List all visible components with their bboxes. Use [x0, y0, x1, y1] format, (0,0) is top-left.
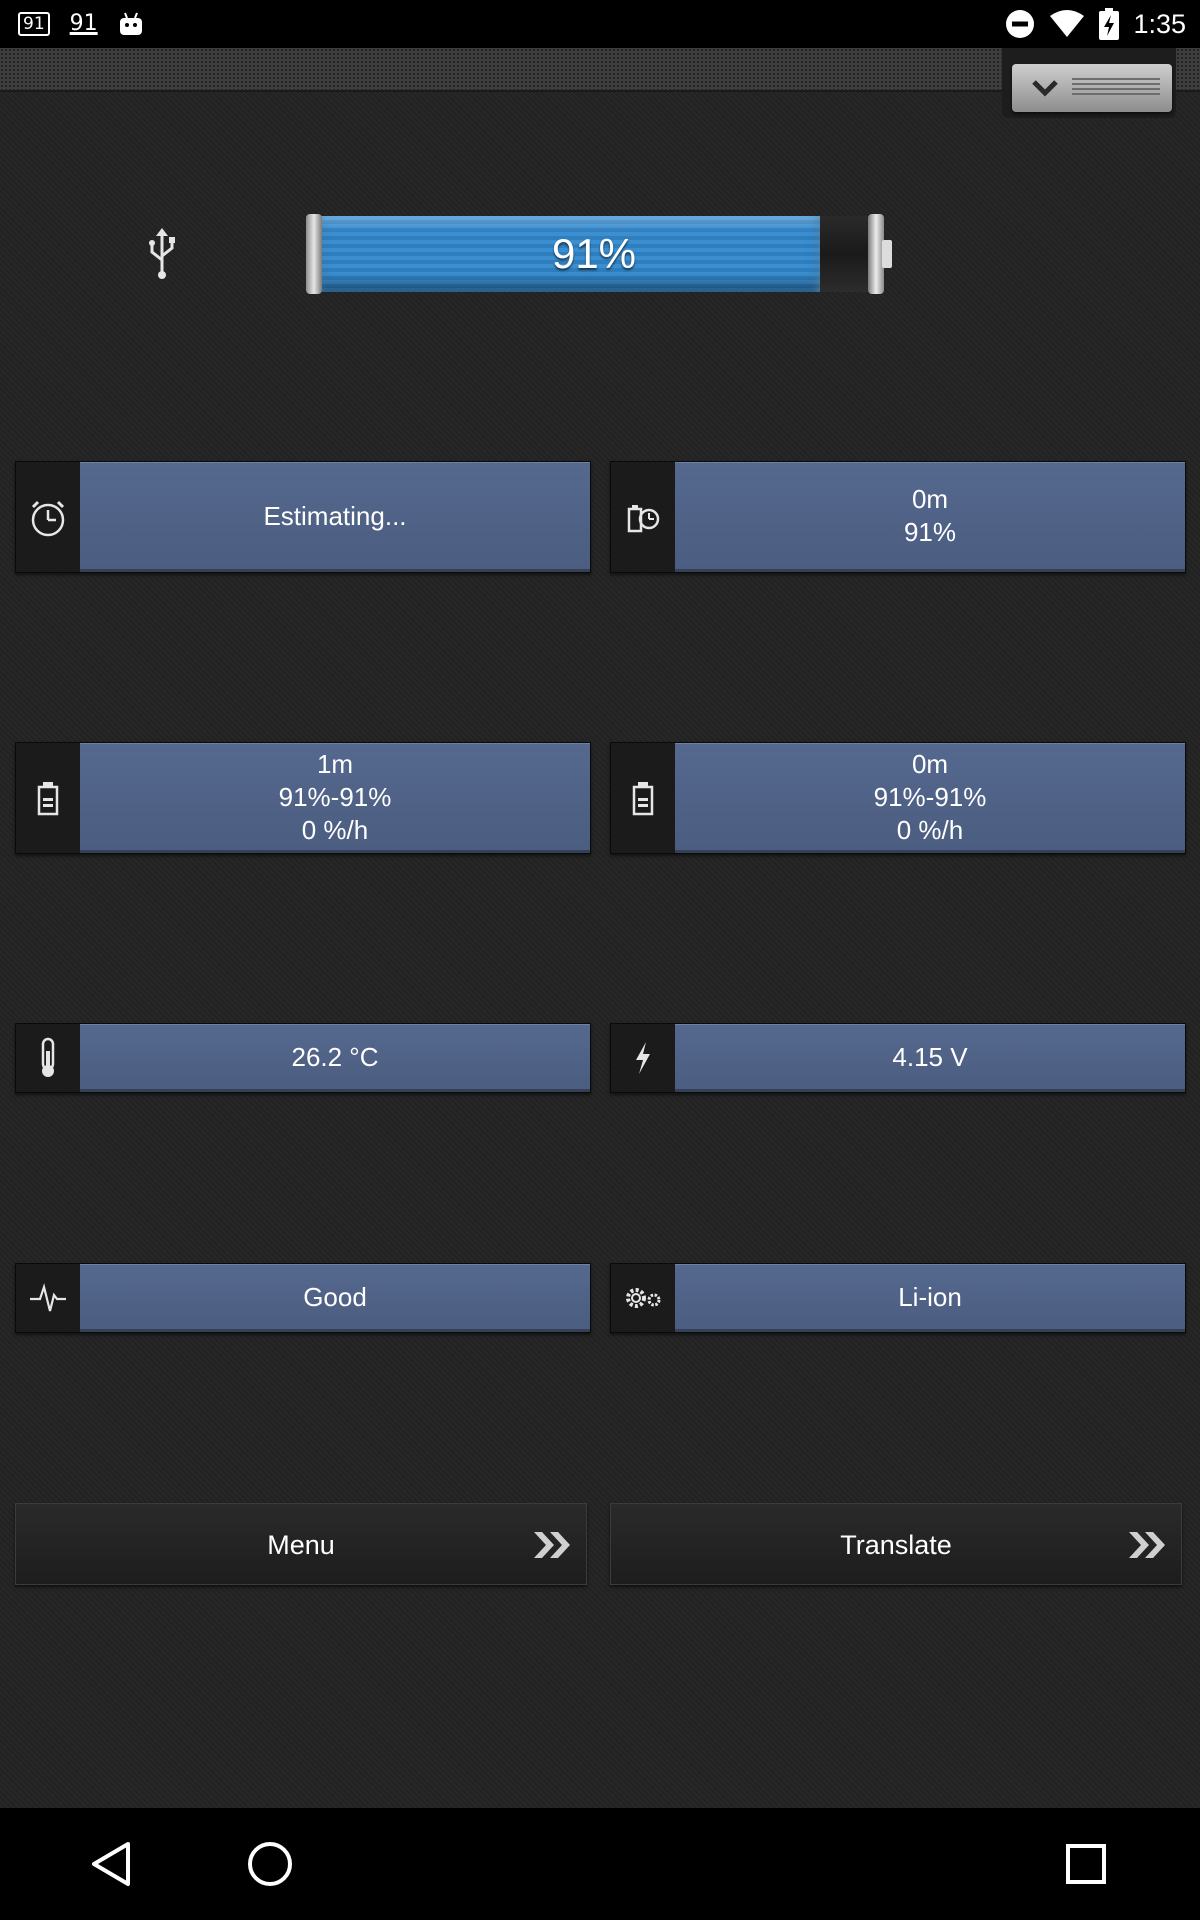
double-chevron-right-icon [534, 1532, 570, 1558]
back-icon[interactable] [88, 1840, 136, 1888]
tile-line: 26.2 °C [291, 1041, 379, 1072]
translate-button-label: Translate [840, 1530, 952, 1560]
battery-gauge: 91% [306, 214, 892, 294]
session-2-tile[interactable]: 0m 91%-91% 0 %/h [610, 742, 1186, 854]
tile-line: Good [303, 1281, 367, 1312]
stopwatch-icon [31, 500, 65, 537]
since-unplugged-tile[interactable]: 0m 91% [610, 461, 1186, 573]
battery-percent-label: 91% [551, 230, 637, 277]
tile-line: 1m [316, 748, 354, 779]
recent-apps-icon[interactable] [1064, 1842, 1108, 1886]
gears-icon [626, 1288, 661, 1308]
time-remaining-tile[interactable]: Estimating... [15, 461, 591, 573]
battery-level-notification-icon: 91 [69, 11, 98, 36]
chevron-down-icon [1032, 80, 1058, 97]
temperature-value: 26.2 °C [80, 1024, 590, 1092]
drawer-toggle-button[interactable] [1012, 64, 1172, 112]
clock: 1:35 [1133, 8, 1186, 39]
session-2-value: 0m 91%-91% 0 %/h [675, 743, 1185, 853]
battery-icon [632, 782, 654, 816]
battery-icon [37, 782, 59, 816]
tile-line: 91%-91% [873, 781, 987, 812]
translate-button[interactable]: Translate [610, 1503, 1182, 1585]
technology-value: Li-ion [675, 1264, 1185, 1332]
tile-line: 0m [911, 748, 949, 779]
technology-tile[interactable]: Li-ion [610, 1263, 1186, 1333]
lightning-icon [636, 1042, 650, 1074]
voltage-tile[interactable]: 4.15 V [610, 1023, 1186, 1093]
menu-button[interactable]: Menu [15, 1503, 587, 1585]
tile-line: 91% [903, 517, 957, 547]
grip-lines [1072, 78, 1160, 98]
battery-notification-icon: 91 [18, 12, 50, 36]
double-chevron-right-icon [1129, 1532, 1165, 1558]
battery-timer-icon [627, 505, 660, 533]
battery-terminal [882, 240, 892, 268]
pulse-icon [30, 1283, 66, 1312]
health-tile[interactable]: Good [15, 1263, 591, 1333]
tile-line: 91%-91% [278, 781, 392, 812]
tile-line: 0 %/h [896, 814, 964, 845]
voltage-value: 4.15 V [675, 1024, 1185, 1092]
temperature-tile[interactable]: 26.2 °C [15, 1023, 591, 1093]
tile-line: Li-ion [898, 1281, 962, 1312]
battery-charging-icon [1099, 8, 1120, 40]
usb-icon [149, 228, 175, 279]
session-1-tile[interactable]: 1m 91%-91% 0 %/h [15, 742, 591, 854]
home-icon[interactable] [246, 1840, 294, 1888]
menu-button-label: Menu [267, 1530, 335, 1560]
session-1-value: 1m 91%-91% 0 %/h [80, 743, 590, 853]
do-not-disturb-icon [1006, 10, 1035, 38]
since-unplugged-value: 0m 91% [675, 462, 1185, 572]
tile-line: 4.15 V [892, 1041, 968, 1072]
tile-line: 0 %/h [301, 814, 369, 845]
navigation-bar [0, 1808, 1200, 1920]
thermometer-icon [41, 1037, 55, 1077]
tile-line: Estimating... [263, 500, 407, 531]
tile-line: 0m [911, 484, 949, 514]
android-icon [119, 12, 142, 35]
status-bar: 91 91 1:35 [0, 0, 1200, 48]
time-remaining-value: Estimating... [80, 462, 590, 572]
health-value: Good [80, 1264, 590, 1332]
wifi-icon [1050, 10, 1085, 37]
